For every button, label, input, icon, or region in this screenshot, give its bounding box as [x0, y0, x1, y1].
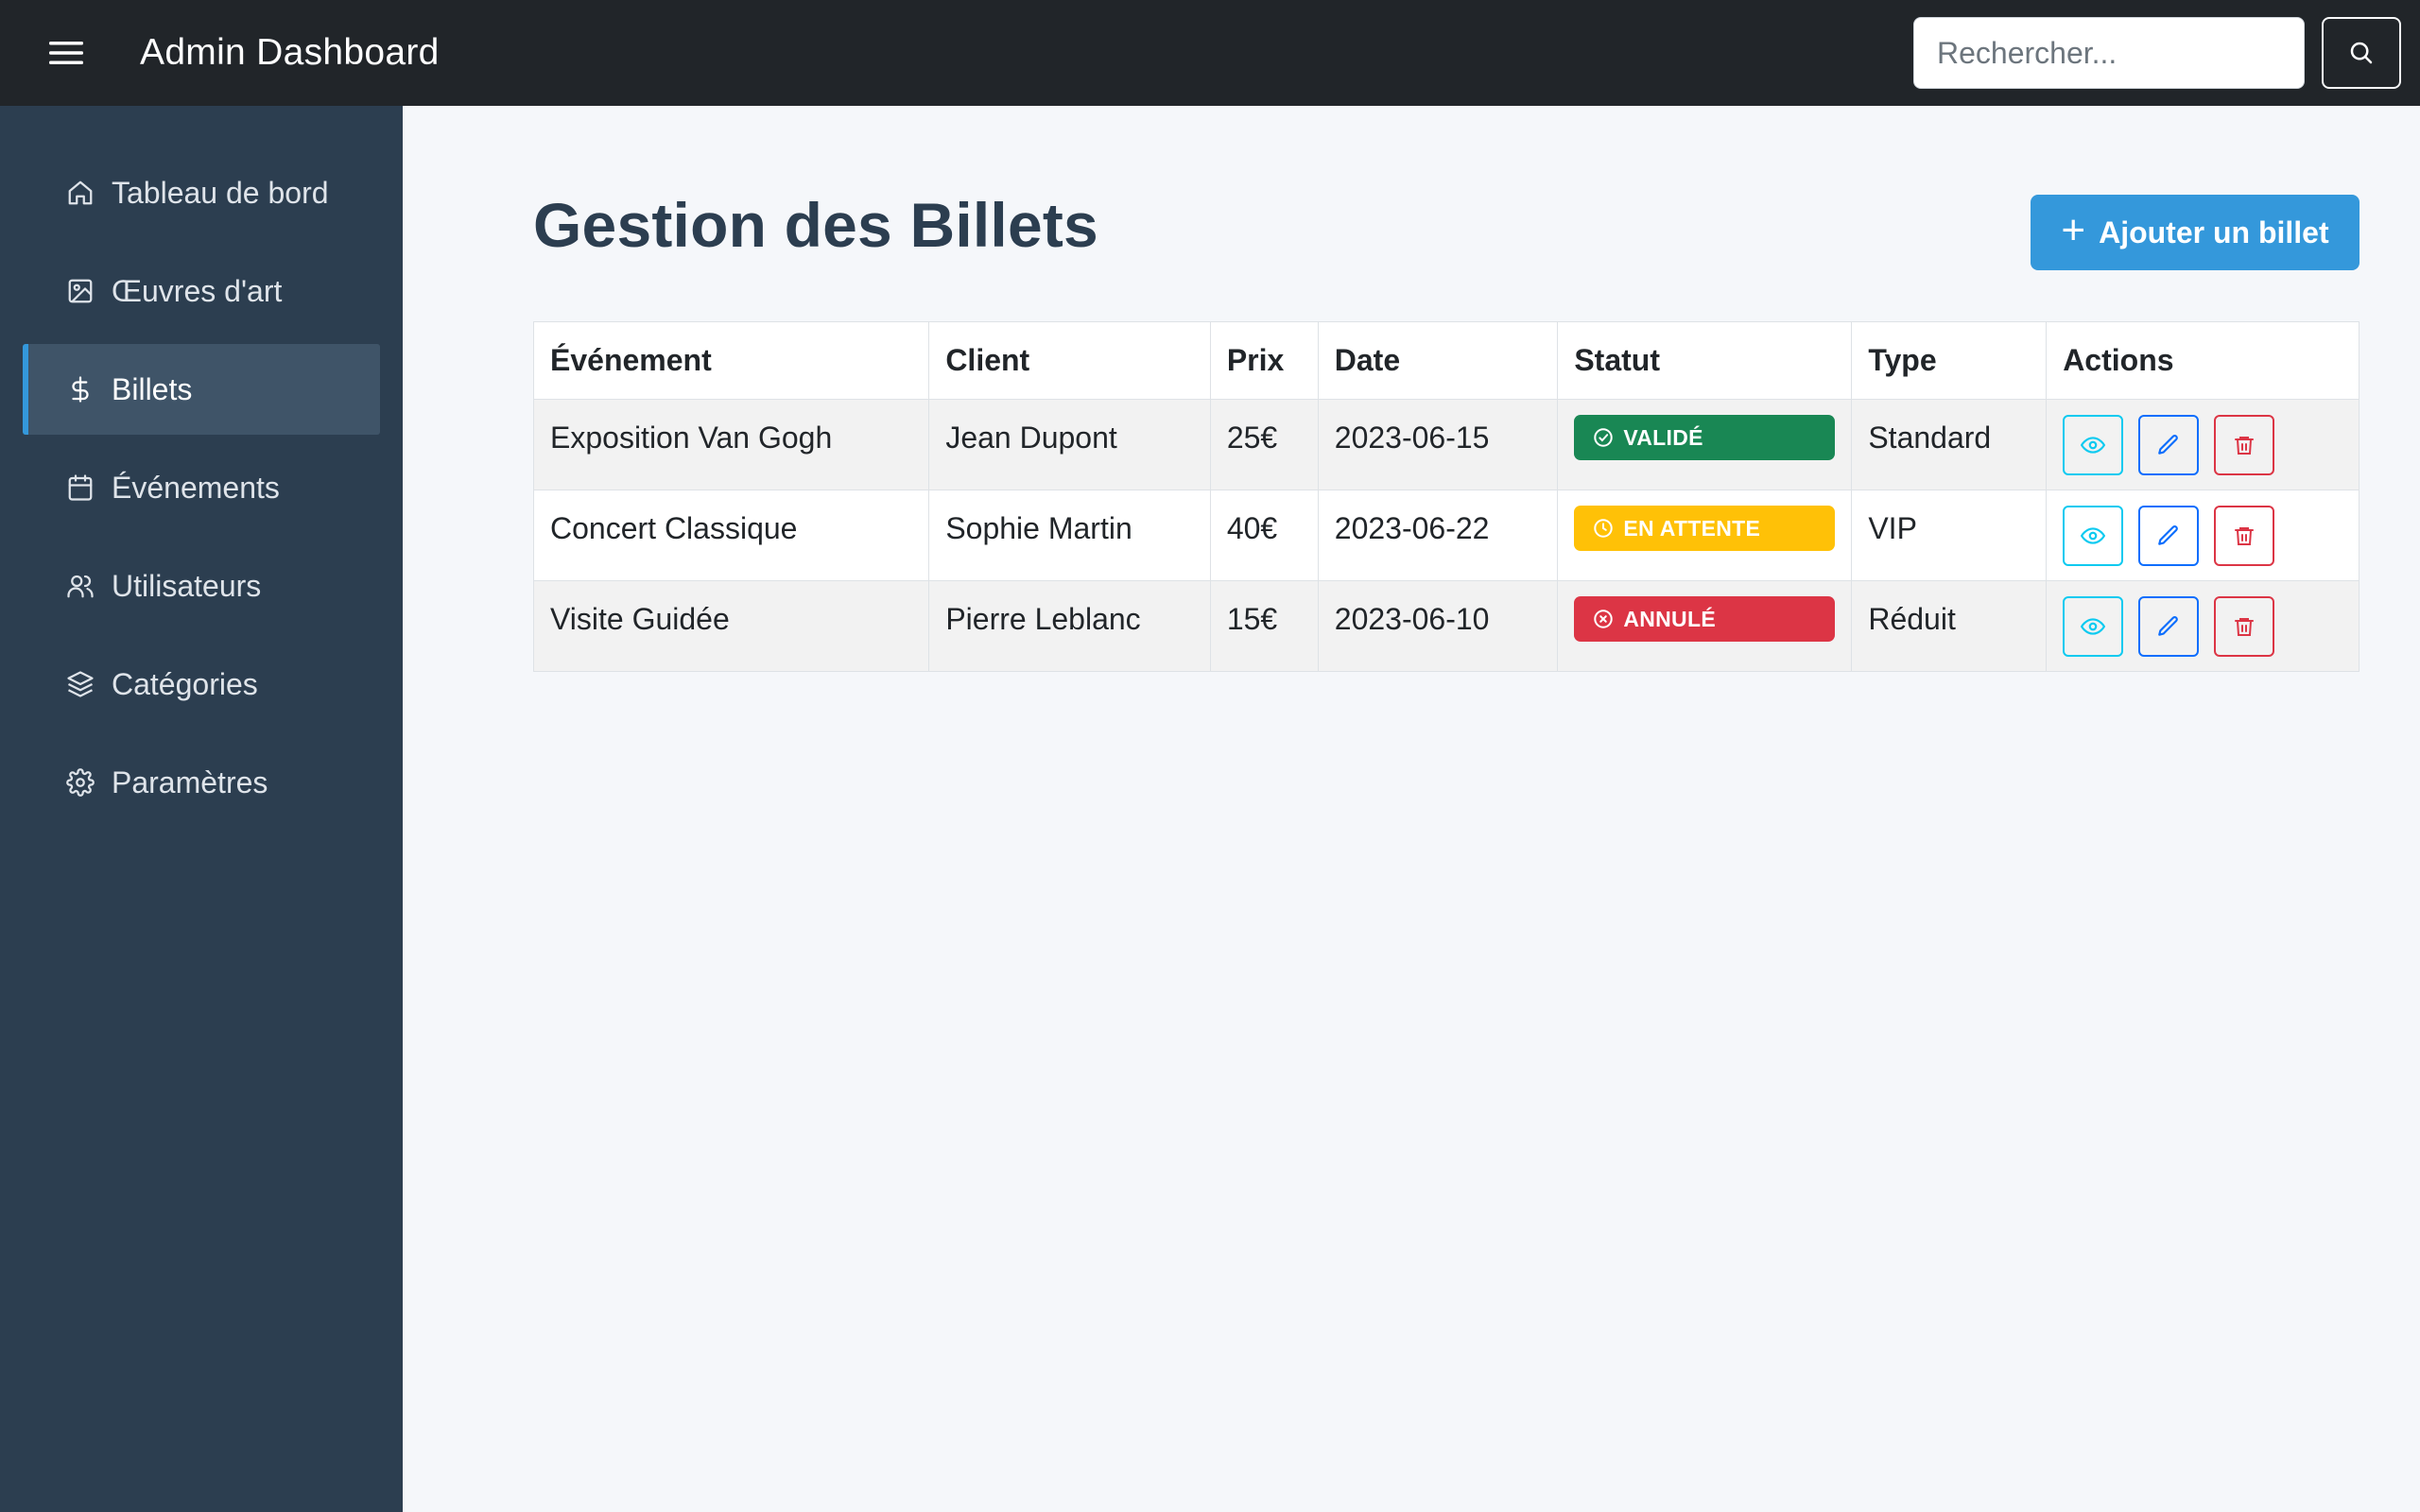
- page-title: Gestion des Billets: [533, 190, 1098, 260]
- cell-type: Réduit: [1851, 580, 2048, 672]
- add-ticket-button[interactable]: + Ajouter un billet: [2031, 195, 2360, 270]
- search-icon: [2350, 42, 2373, 64]
- cell-actions: [2046, 490, 2360, 581]
- cell-client: Pierre Leblanc: [928, 580, 1211, 672]
- column-header-client[interactable]: Client: [928, 321, 1211, 400]
- status-label: EN ATTENTE: [1623, 515, 1761, 541]
- cell-date: 2023-06-10: [1317, 580, 1559, 672]
- layers-icon: [64, 668, 96, 700]
- sidebar: Tableau de bord Œuvres d'art Billets Évé…: [0, 106, 403, 1512]
- cell-status: EN ATTENTE: [1557, 490, 1853, 581]
- trash-icon: [2235, 527, 2255, 545]
- sidebar-item-label: Tableau de bord: [112, 175, 329, 210]
- cell-date: 2023-06-22: [1317, 490, 1559, 581]
- cell-price: 15€: [1209, 580, 1319, 672]
- search-button[interactable]: [2322, 17, 2401, 89]
- menu-icon: [49, 42, 83, 64]
- column-header-actions: Actions: [2046, 321, 2360, 400]
- eye-icon: [2081, 618, 2106, 635]
- cell-type: VIP: [1851, 490, 2048, 581]
- trash-icon: [2235, 618, 2255, 636]
- sidebar-item-settings[interactable]: Paramètres: [23, 737, 380, 828]
- status-badge: VALIDÉ: [1574, 415, 1836, 460]
- sidebar-item-tickets[interactable]: Billets: [23, 344, 380, 435]
- cell-event: Visite Guidée: [532, 580, 930, 672]
- app-title: Admin Dashboard: [140, 32, 440, 73]
- column-header-date[interactable]: Date: [1317, 321, 1559, 400]
- cell-status: ANNULÉ: [1557, 580, 1853, 672]
- table-header-row: Événement Client Prix Date Statut Type A…: [532, 321, 2360, 400]
- cell-event: Exposition Van Gogh: [532, 399, 930, 490]
- eye-icon: [2081, 527, 2106, 544]
- status-label: ANNULÉ: [1623, 606, 1716, 631]
- sidebar-item-label: Événements: [112, 470, 280, 505]
- view-button[interactable]: [2063, 415, 2124, 475]
- table-row: Concert Classique Sophie Martin 40€ 2023…: [532, 490, 2360, 581]
- sidebar-item-events[interactable]: Événements: [23, 442, 380, 533]
- top-navbar: Admin Dashboard: [0, 0, 2420, 106]
- cell-client: Jean Dupont: [928, 399, 1211, 490]
- edit-button[interactable]: [2138, 596, 2200, 657]
- sidebar-item-artworks[interactable]: Œuvres d'art: [23, 246, 380, 336]
- x-circle-icon: [1594, 610, 1614, 628]
- sidebar-item-label: Paramètres: [112, 765, 268, 799]
- tickets-table: Événement Client Prix Date Statut Type A…: [532, 321, 2360, 672]
- table-row: Visite Guidée Pierre Leblanc 15€ 2023-06…: [532, 580, 2360, 672]
- pencil-icon: [2158, 525, 2178, 545]
- search-form: [1913, 17, 2401, 89]
- image-icon: [64, 275, 96, 307]
- column-header-status[interactable]: Statut: [1557, 321, 1853, 400]
- trash-icon: [2235, 437, 2255, 455]
- pencil-icon: [2158, 435, 2178, 455]
- cell-client: Sophie Martin: [928, 490, 1211, 581]
- plus-icon: +: [2061, 207, 2086, 253]
- cell-date: 2023-06-15: [1317, 399, 1559, 490]
- cell-actions: [2046, 399, 2360, 490]
- status-label: VALIDÉ: [1623, 424, 1703, 450]
- status-badge: ANNULÉ: [1574, 596, 1836, 642]
- check-circle-icon: [1594, 428, 1614, 447]
- column-header-event[interactable]: Événement: [532, 321, 930, 400]
- cell-event: Concert Classique: [532, 490, 930, 581]
- sidebar-item-label: Billets: [112, 371, 193, 406]
- cell-price: 25€: [1209, 399, 1319, 490]
- delete-button[interactable]: [2214, 415, 2275, 475]
- add-ticket-label: Ajouter un billet: [2099, 215, 2329, 249]
- home-icon: [64, 177, 96, 209]
- users-icon: [64, 570, 96, 602]
- cell-status: VALIDÉ: [1557, 399, 1853, 490]
- main-content: Gestion des Billets + Ajouter un billet …: [403, 106, 2420, 1512]
- cell-price: 40€: [1209, 490, 1319, 581]
- sidebar-item-categories[interactable]: Catégories: [23, 639, 380, 730]
- column-header-type[interactable]: Type: [1851, 321, 2048, 400]
- delete-button[interactable]: [2214, 506, 2275, 566]
- hamburger-menu-button[interactable]: [33, 20, 99, 86]
- table-row: Exposition Van Gogh Jean Dupont 25€ 2023…: [532, 399, 2360, 490]
- edit-button[interactable]: [2138, 506, 2200, 566]
- status-badge: EN ATTENTE: [1574, 506, 1836, 551]
- sidebar-item-users[interactable]: Utilisateurs: [23, 541, 380, 631]
- calendar-icon: [64, 472, 96, 504]
- delete-button[interactable]: [2214, 596, 2275, 657]
- edit-button[interactable]: [2138, 415, 2200, 475]
- sidebar-item-dashboard[interactable]: Tableau de bord: [23, 147, 380, 238]
- sidebar-item-label: Catégories: [112, 666, 258, 701]
- view-button[interactable]: [2063, 506, 2124, 566]
- gear-icon: [64, 766, 96, 799]
- cell-actions: [2046, 580, 2360, 672]
- view-button[interactable]: [2063, 596, 2124, 657]
- sidebar-item-label: Œuvres d'art: [112, 273, 283, 308]
- cell-type: Standard: [1851, 399, 2048, 490]
- sidebar-item-label: Utilisateurs: [112, 568, 262, 603]
- column-header-price[interactable]: Prix: [1209, 321, 1319, 400]
- clock-icon: [1594, 519, 1614, 538]
- dollar-icon: [64, 373, 96, 405]
- eye-icon: [2081, 437, 2106, 454]
- search-input[interactable]: [1913, 17, 2305, 89]
- pencil-icon: [2158, 616, 2178, 636]
